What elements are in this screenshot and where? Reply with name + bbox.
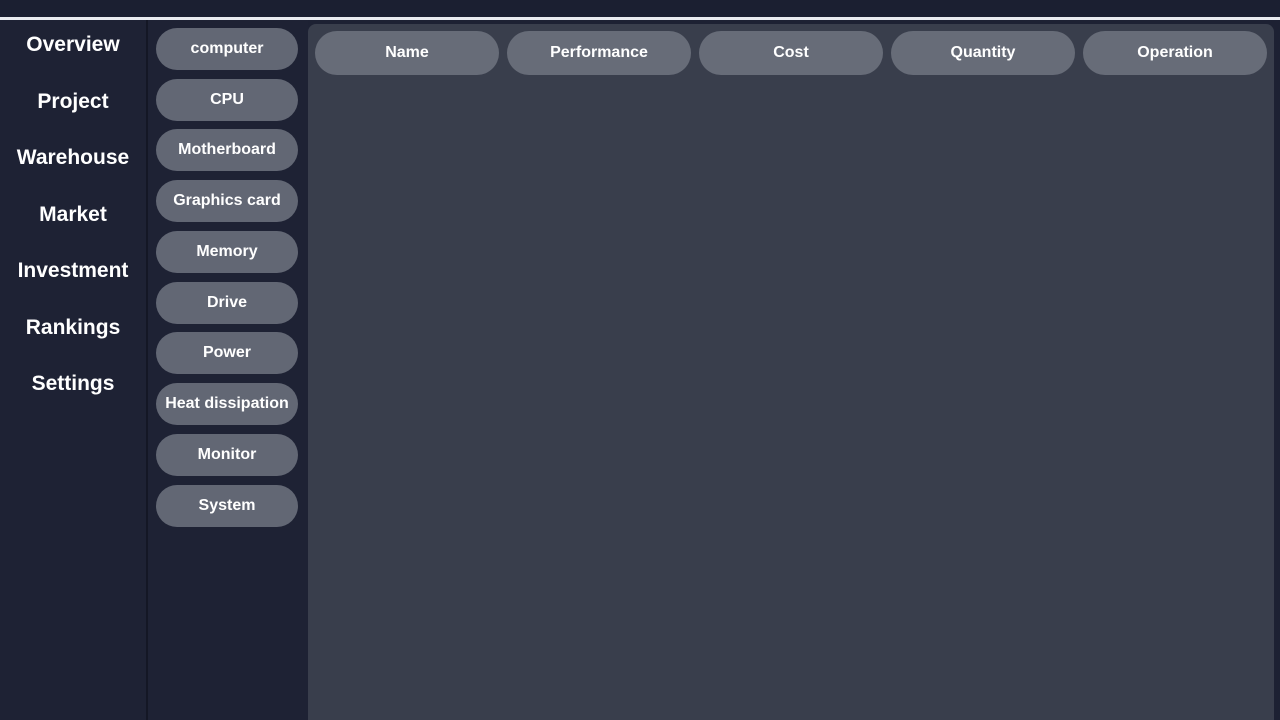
category-button-power[interactable]: Power <box>156 332 298 374</box>
main-nav: Overview Project Warehouse Market Invest… <box>0 20 146 720</box>
column-header-performance[interactable]: Performance <box>507 31 691 75</box>
category-button-memory[interactable]: Memory <box>156 231 298 273</box>
category-button-graphics-card[interactable]: Graphics card <box>156 180 298 222</box>
nav-item-investment[interactable]: Investment <box>0 251 146 291</box>
category-button-monitor[interactable]: Monitor <box>156 434 298 476</box>
category-button-system[interactable]: System <box>156 485 298 527</box>
nav-item-overview[interactable]: Overview <box>0 25 146 65</box>
category-button-motherboard[interactable]: Motherboard <box>156 129 298 171</box>
nav-item-market[interactable]: Market <box>0 195 146 235</box>
category-panel: computer CPU Motherboard Graphics card M… <box>148 20 308 720</box>
nav-item-settings[interactable]: Settings <box>0 364 146 404</box>
nav-item-warehouse[interactable]: Warehouse <box>0 138 146 178</box>
column-header-name[interactable]: Name <box>315 31 499 75</box>
category-button-drive[interactable]: Drive <box>156 282 298 324</box>
nav-item-rankings[interactable]: Rankings <box>0 308 146 348</box>
column-header-cost[interactable]: Cost <box>699 31 883 75</box>
column-header-quantity[interactable]: Quantity <box>891 31 1075 75</box>
parts-table-panel: Name Performance Cost Quantity Operation <box>308 24 1274 720</box>
category-button-cpu[interactable]: CPU <box>156 79 298 121</box>
category-button-computer[interactable]: computer <box>156 28 298 70</box>
category-button-heat-dissipation[interactable]: Heat dissipation <box>156 383 298 425</box>
nav-item-project[interactable]: Project <box>0 82 146 122</box>
column-header-operation[interactable]: Operation <box>1083 31 1267 75</box>
top-bar <box>0 0 1280 18</box>
